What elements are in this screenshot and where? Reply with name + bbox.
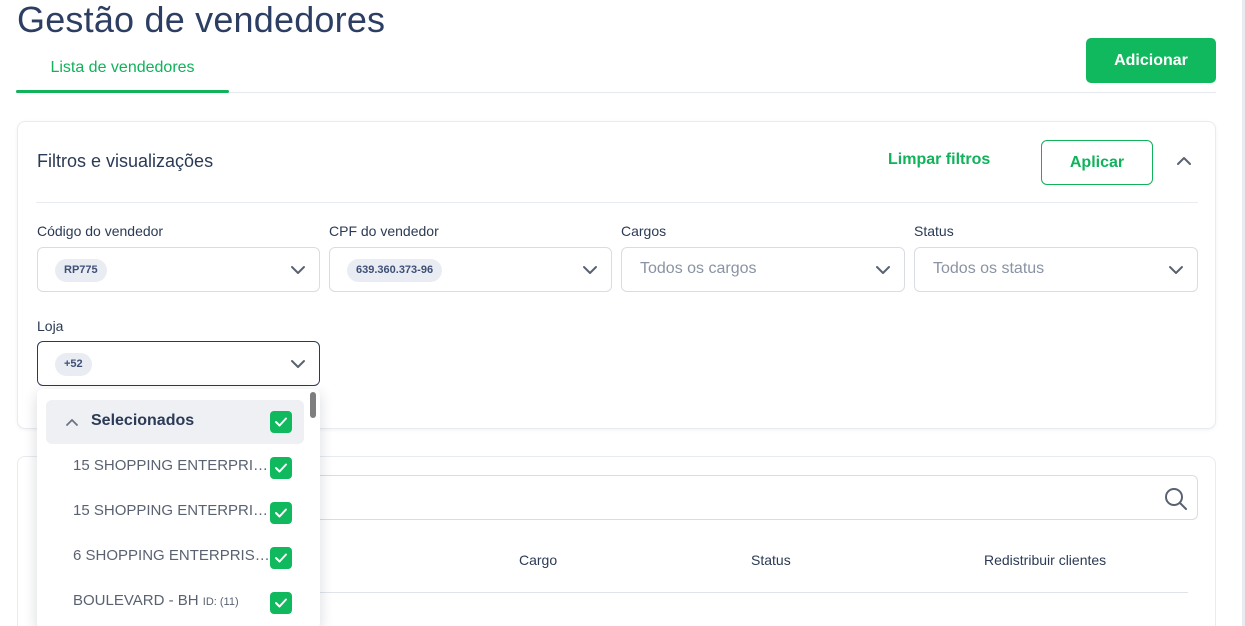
table-header-divider bbox=[308, 592, 1188, 593]
clear-filters-button[interactable]: Limpar filtros bbox=[888, 151, 990, 169]
chevron-down-icon bbox=[291, 360, 305, 368]
dropdown-scrollbar[interactable] bbox=[310, 392, 316, 418]
seller-code-select[interactable]: RP775 bbox=[37, 247, 320, 292]
add-button[interactable]: Adicionar bbox=[1086, 38, 1216, 83]
column-header-role: Cargo bbox=[519, 552, 558, 568]
check-icon bbox=[275, 508, 287, 518]
roles-label: Cargos bbox=[621, 223, 667, 239]
page-title: Gestão de vendedores bbox=[17, 0, 386, 40]
check-icon bbox=[275, 598, 287, 608]
store-option-checkbox[interactable] bbox=[270, 502, 292, 524]
check-icon bbox=[275, 463, 287, 473]
list-item[interactable]: 15 SHOPPING ENTERPRISE... bbox=[37, 444, 320, 489]
tab-active-indicator bbox=[16, 90, 229, 93]
search-icon[interactable] bbox=[1163, 486, 1189, 512]
selected-group-header[interactable]: Selecionados bbox=[46, 400, 304, 444]
status-placeholder: Todos os status bbox=[933, 260, 1045, 277]
status-label: Status bbox=[914, 223, 954, 239]
seller-code-chip: RP775 bbox=[55, 259, 107, 282]
seller-code-label: Código do vendedor bbox=[37, 223, 164, 239]
chevron-down-icon bbox=[291, 266, 305, 274]
list-item[interactable]: 15 SHOPPING ENTERPRISE... bbox=[37, 489, 320, 534]
tab-seller-list-label: Lista de vendedores bbox=[50, 59, 195, 76]
chevron-down-icon bbox=[583, 266, 597, 274]
chevron-down-icon bbox=[876, 266, 890, 274]
chevron-down-icon bbox=[1169, 266, 1183, 274]
chevron-up-icon bbox=[66, 419, 78, 426]
tab-seller-list[interactable]: Lista de vendedores bbox=[16, 48, 229, 93]
filters-title: Filtros e visualizações bbox=[37, 151, 214, 171]
check-icon bbox=[275, 553, 287, 563]
store-option-label: 15 SHOPPING ENTERPRISE... bbox=[73, 502, 273, 519]
store-option-checkbox[interactable] bbox=[270, 457, 292, 479]
store-option-id: ID: (11) bbox=[202, 596, 239, 608]
filters-panel: Filtros e visualizações Limpar filtros A… bbox=[17, 121, 1216, 429]
seller-cpf-label: CPF do vendedor bbox=[329, 223, 439, 239]
check-icon bbox=[275, 417, 287, 427]
column-header-redistribute: Redistribuir clientes bbox=[984, 552, 1107, 568]
store-select[interactable]: +52 bbox=[37, 341, 320, 386]
store-option-name: BOULEVARD - BH bbox=[73, 592, 199, 609]
store-option-checkbox[interactable] bbox=[270, 592, 292, 614]
seller-cpf-select[interactable]: 639.360.373-96 bbox=[329, 247, 612, 292]
column-header-status: Status bbox=[751, 552, 791, 568]
selected-group-label: Selecionados bbox=[91, 412, 195, 429]
page: Gestão de vendedores Lista de vendedores… bbox=[0, 0, 1245, 626]
list-item[interactable]: BOULEVARD - BH ID: (11) bbox=[37, 579, 320, 624]
status-select[interactable]: Todos os status bbox=[914, 247, 1198, 292]
store-dropdown: Selecionados 15 SHOPPING ENTERPRISE... 1… bbox=[37, 389, 320, 626]
store-option-checkbox[interactable] bbox=[270, 547, 292, 569]
chevron-up-icon[interactable] bbox=[1175, 152, 1193, 170]
filters-divider bbox=[36, 202, 1198, 203]
store-chip: +52 bbox=[55, 353, 92, 376]
store-option-label: 15 SHOPPING ENTERPRISE... bbox=[73, 457, 273, 474]
search-input[interactable] bbox=[308, 475, 1198, 520]
seller-cpf-chip: 639.360.373-96 bbox=[347, 259, 443, 282]
store-option-label: BOULEVARD - BH ID: (11) bbox=[73, 592, 273, 609]
store-label: Loja bbox=[37, 318, 64, 334]
group-checkbox[interactable] bbox=[270, 411, 292, 433]
roles-placeholder: Todos os cargos bbox=[640, 260, 757, 277]
roles-select[interactable]: Todos os cargos bbox=[621, 247, 905, 292]
list-item[interactable]: 6 SHOPPING ENTERPRISE ... bbox=[37, 534, 320, 579]
apply-filters-button[interactable]: Aplicar bbox=[1041, 140, 1153, 185]
tab-bar: Lista de vendedores bbox=[16, 48, 1216, 93]
store-option-label: 6 SHOPPING ENTERPRISE ... bbox=[73, 547, 273, 564]
